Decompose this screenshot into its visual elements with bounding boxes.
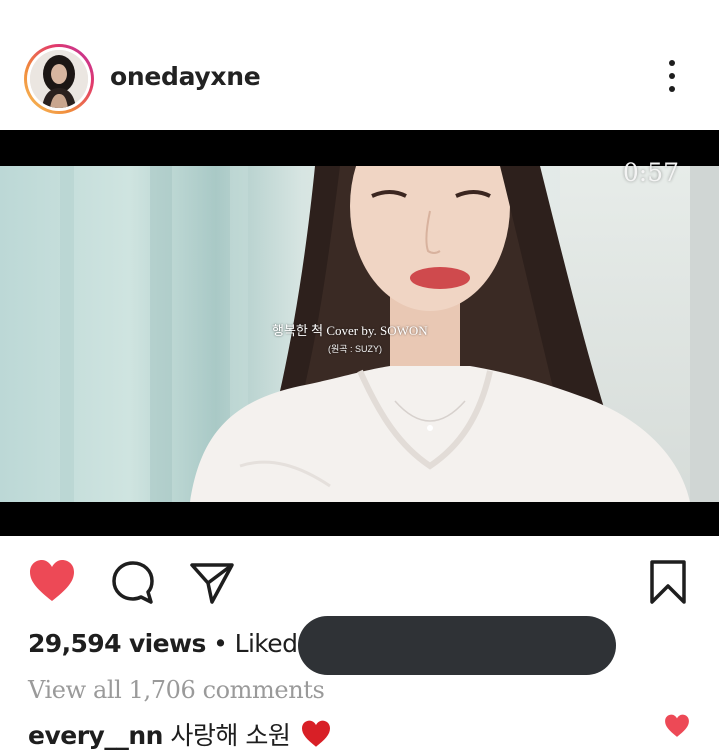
video-subtitle: 행복한 척 Cover by. SOWON [272, 323, 428, 338]
share-icon[interactable] [188, 561, 236, 609]
heart-icon[interactable] [28, 559, 76, 607]
action-bar [0, 545, 719, 615]
top-comment: every__nn 사랑해 소원 [28, 716, 332, 754]
comment-icon[interactable] [110, 560, 156, 610]
comment-author[interactable]: every__nn [28, 721, 163, 750]
bookmark-icon[interactable] [648, 559, 688, 609]
avatar-story-ring[interactable] [24, 44, 94, 114]
redacted-username [298, 616, 616, 675]
post-header: onedayxne [0, 0, 719, 130]
separator: • [205, 629, 235, 658]
comment-text: 사랑해 소원 [162, 721, 291, 750]
avatar [30, 50, 88, 108]
more-options-icon[interactable] [662, 60, 682, 96]
video-subtitle-credit: (원곡 : SUZY) [328, 344, 383, 354]
username[interactable]: onedayxne [110, 62, 261, 91]
video-player[interactable]: 0:57 행복한 척 Cover by. SOWON (원곡 : SUZY) [0, 130, 719, 536]
video-duration: 0:57 [622, 158, 679, 187]
view-all-comments-link[interactable]: View all 1,706 comments [28, 676, 325, 704]
views-and-likes: 29,594 views • Liked by [28, 629, 335, 658]
views-count[interactable]: 29,594 views [28, 629, 206, 658]
red-heart-emoji-icon [300, 720, 332, 754]
comment-like-heart-icon[interactable] [664, 714, 690, 738]
